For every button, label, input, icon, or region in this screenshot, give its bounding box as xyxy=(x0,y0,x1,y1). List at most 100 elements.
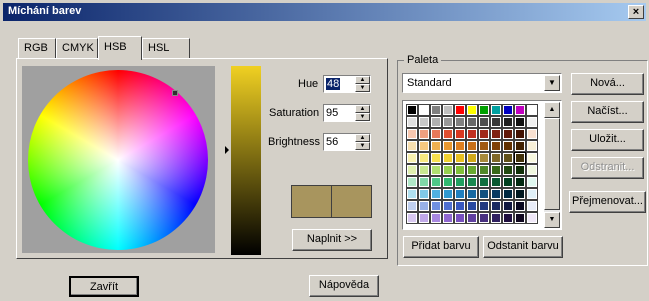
palette-scrollbar[interactable]: ▲ ▼ xyxy=(544,102,560,228)
brightness-value[interactable]: 56 xyxy=(326,136,338,148)
palette-swatch[interactable] xyxy=(430,200,442,212)
brightness-pointer-icon[interactable] xyxy=(225,146,229,154)
palette-swatch[interactable] xyxy=(454,152,466,164)
scroll-up-icon[interactable]: ▲ xyxy=(544,102,560,118)
spin-down-icon[interactable]: ▼ xyxy=(355,142,370,150)
palette-swatch[interactable] xyxy=(454,176,466,188)
palette-swatch[interactable] xyxy=(406,188,418,200)
palette-swatch[interactable] xyxy=(454,164,466,176)
saturation-spinner[interactable]: 95 ▲ ▼ xyxy=(323,104,371,122)
new-palette-button[interactable]: Nová... xyxy=(571,73,644,95)
palette-swatches[interactable]: ▲ ▼ xyxy=(402,100,562,230)
palette-swatch[interactable] xyxy=(478,116,490,128)
color-wheel-marker[interactable] xyxy=(172,90,178,96)
palette-swatch[interactable] xyxy=(514,128,526,140)
load-palette-button[interactable]: Načíst... xyxy=(571,101,644,123)
palette-swatch[interactable] xyxy=(526,164,538,176)
palette-swatch[interactable] xyxy=(478,212,490,224)
palette-swatch[interactable] xyxy=(478,128,490,140)
palette-swatch[interactable] xyxy=(454,128,466,140)
chevron-down-icon[interactable]: ▼ xyxy=(544,75,560,91)
palette-swatch[interactable] xyxy=(442,212,454,224)
remove-color-button[interactable]: Odstanit barvu xyxy=(483,236,563,258)
palette-swatch[interactable] xyxy=(466,164,478,176)
palette-swatch[interactable] xyxy=(406,116,418,128)
palette-swatch[interactable] xyxy=(430,164,442,176)
palette-swatch[interactable] xyxy=(418,188,430,200)
palette-swatch[interactable] xyxy=(442,176,454,188)
palette-swatch[interactable] xyxy=(502,188,514,200)
palette-swatch[interactable] xyxy=(406,104,418,116)
palette-swatch[interactable] xyxy=(454,104,466,116)
palette-swatch[interactable] xyxy=(418,200,430,212)
palette-swatch[interactable] xyxy=(526,176,538,188)
palette-swatch[interactable] xyxy=(442,200,454,212)
palette-swatch[interactable] xyxy=(466,140,478,152)
color-wheel[interactable] xyxy=(28,70,208,250)
palette-swatch[interactable] xyxy=(502,104,514,116)
palette-swatch[interactable] xyxy=(490,176,502,188)
palette-swatch[interactable] xyxy=(502,164,514,176)
palette-swatch[interactable] xyxy=(430,152,442,164)
close-window-button[interactable]: × xyxy=(628,5,644,19)
palette-swatch[interactable] xyxy=(514,152,526,164)
hue-value[interactable]: 48 xyxy=(326,78,341,90)
palette-swatch[interactable] xyxy=(442,188,454,200)
palette-swatch[interactable] xyxy=(490,152,502,164)
scroll-thumb[interactable] xyxy=(544,118,560,210)
palette-swatch[interactable] xyxy=(418,116,430,128)
palette-swatch[interactable] xyxy=(478,188,490,200)
palette-swatch[interactable] xyxy=(478,200,490,212)
help-button[interactable]: Nápověda xyxy=(309,275,379,297)
spin-down-icon[interactable]: ▼ xyxy=(355,84,370,92)
palette-swatch[interactable] xyxy=(514,200,526,212)
remove-palette-button[interactable]: Odstranit... xyxy=(571,157,644,179)
save-palette-button[interactable]: Uložit... xyxy=(571,129,644,151)
palette-swatch[interactable] xyxy=(406,128,418,140)
spin-up-icon[interactable]: ▲ xyxy=(355,105,370,113)
color-wheel-area[interactable] xyxy=(22,66,215,253)
palette-swatch[interactable] xyxy=(418,140,430,152)
palette-swatch[interactable] xyxy=(430,188,442,200)
palette-swatch[interactable] xyxy=(490,188,502,200)
palette-swatch[interactable] xyxy=(454,188,466,200)
palette-swatch[interactable] xyxy=(406,200,418,212)
palette-swatch[interactable] xyxy=(526,116,538,128)
apply-button[interactable]: Naplnit >> xyxy=(292,229,372,251)
palette-swatch[interactable] xyxy=(478,140,490,152)
palette-swatch[interactable] xyxy=(490,212,502,224)
palette-swatch[interactable] xyxy=(502,152,514,164)
brightness-spinner[interactable]: 56 ▲ ▼ xyxy=(323,133,371,151)
palette-swatch[interactable] xyxy=(502,212,514,224)
palette-swatch[interactable] xyxy=(490,200,502,212)
palette-swatch[interactable] xyxy=(502,116,514,128)
palette-swatch[interactable] xyxy=(442,164,454,176)
tab-hsb[interactable]: HSB xyxy=(98,36,142,60)
palette-swatch[interactable] xyxy=(526,152,538,164)
palette-swatch[interactable] xyxy=(418,128,430,140)
palette-select[interactable]: Standard ▼ xyxy=(402,73,562,93)
tab-rgb[interactable]: RGB xyxy=(18,38,56,58)
palette-swatch[interactable] xyxy=(478,104,490,116)
palette-swatch[interactable] xyxy=(466,128,478,140)
palette-swatch[interactable] xyxy=(526,140,538,152)
palette-grid[interactable] xyxy=(406,104,538,224)
palette-swatch[interactable] xyxy=(418,176,430,188)
spin-up-icon[interactable]: ▲ xyxy=(355,76,370,84)
palette-swatch[interactable] xyxy=(418,152,430,164)
palette-swatch[interactable] xyxy=(514,176,526,188)
palette-swatch[interactable] xyxy=(526,128,538,140)
palette-swatch[interactable] xyxy=(442,128,454,140)
palette-swatch[interactable] xyxy=(442,152,454,164)
palette-swatch[interactable] xyxy=(430,212,442,224)
palette-swatch[interactable] xyxy=(430,176,442,188)
palette-swatch[interactable] xyxy=(466,152,478,164)
palette-swatch[interactable] xyxy=(490,116,502,128)
palette-swatch[interactable] xyxy=(526,200,538,212)
palette-swatch[interactable] xyxy=(418,164,430,176)
palette-swatch[interactable] xyxy=(406,176,418,188)
palette-swatch[interactable] xyxy=(406,152,418,164)
palette-swatch[interactable] xyxy=(478,164,490,176)
palette-swatch[interactable] xyxy=(430,140,442,152)
palette-swatch[interactable] xyxy=(430,128,442,140)
